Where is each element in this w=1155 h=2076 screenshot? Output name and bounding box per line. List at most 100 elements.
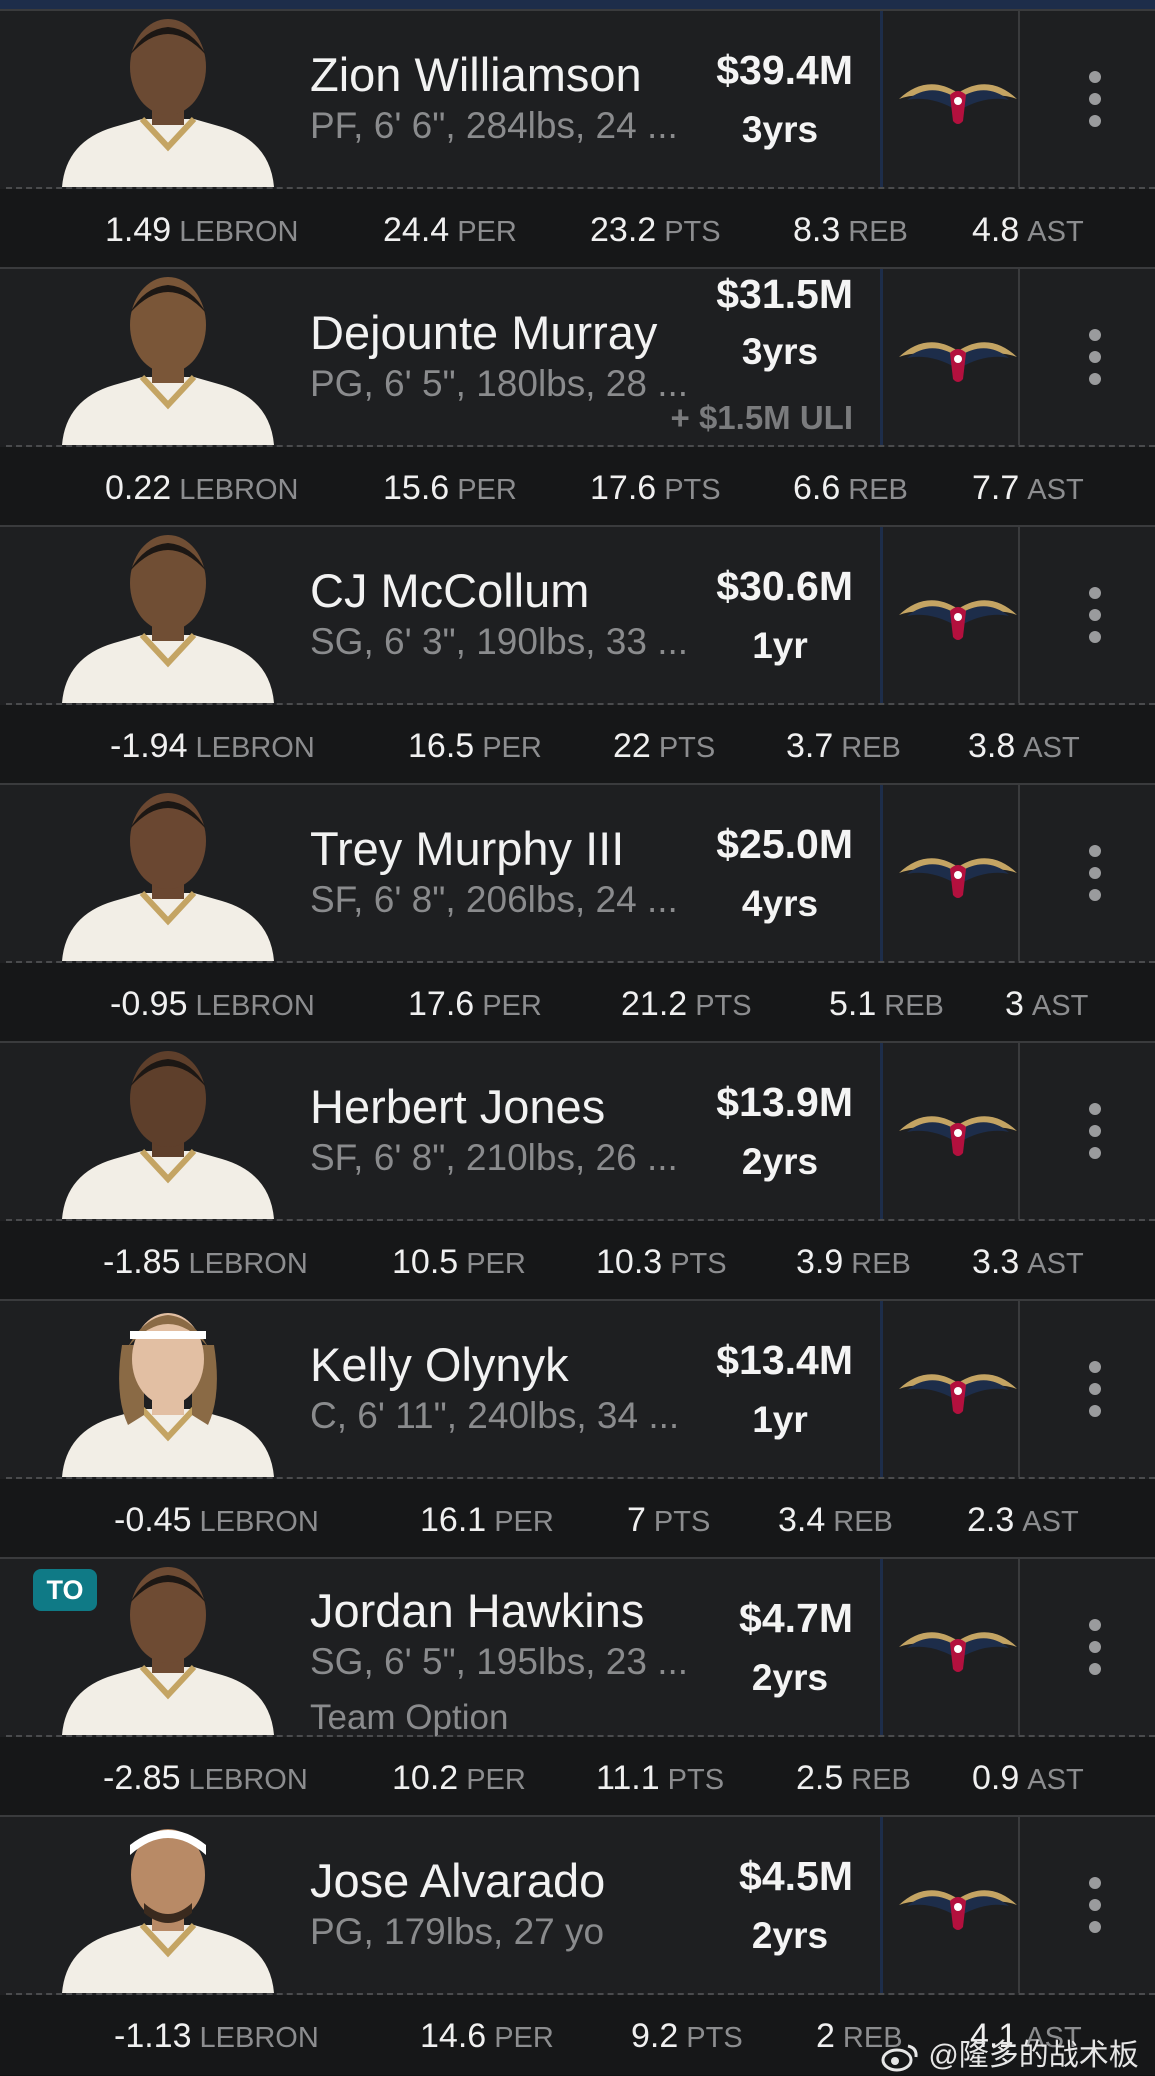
player-card[interactable]: CJ McCollum SG, 6' 3", 190lbs, 33 ... $3… xyxy=(0,525,1155,785)
stat-lebron: 0.22 LEBRON xyxy=(105,469,299,507)
stat-pts: 17.6 PTS xyxy=(590,469,721,507)
player-card[interactable]: Dejounte Murray PG, 6' 5", 180lbs, 28 ..… xyxy=(0,267,1155,527)
player-details: PG, 179lbs, 27 yo xyxy=(310,1911,605,1952)
player-headshot xyxy=(62,19,274,187)
stat-ast: 0.9 AST xyxy=(972,1759,1084,1797)
stat-pts: 22 PTS xyxy=(613,727,716,765)
player-details: PF, 6' 6", 284lbs, 24 ... xyxy=(310,105,678,146)
player-headshot xyxy=(62,1829,274,1993)
stat-ast: 4.8 AST xyxy=(972,211,1084,249)
player-name: Zion Williamson xyxy=(310,48,642,101)
stat-lebron: -1.85 LEBRON xyxy=(103,1243,308,1281)
stat-pts: 7 PTS xyxy=(627,1501,711,1539)
team-logo-cell xyxy=(880,527,1020,703)
contract-years: 2yrs xyxy=(741,1141,819,1182)
player-salary: $4.7M xyxy=(739,1595,853,1641)
weibo-icon xyxy=(881,2044,918,2072)
pelicans-logo-icon xyxy=(899,1116,1017,1156)
player-header[interactable]: Jose Alvarado PG, 179lbs, 27 yo $4.5M 2y… xyxy=(0,1817,1155,1993)
player-header[interactable]: TO Jordan Hawkins SG, 6' 5", 195lbs, 23 … xyxy=(0,1559,1155,1737)
stat-reb: 2.5 REB xyxy=(796,1759,911,1797)
stats-row: -0.45 LEBRON 16.1 PER 7 PTS 3.4 REB 2.3 AST xyxy=(0,1479,1155,1559)
team-option-badge: TO xyxy=(33,1569,97,1611)
stat-reb: 3.9 REB xyxy=(796,1243,911,1281)
player-card[interactable]: Kelly Olynyk C, 6' 11", 240lbs, 34 ... $… xyxy=(0,1299,1155,1559)
team-logo-cell xyxy=(880,269,1020,445)
player-card[interactable]: TO Jordan Hawkins SG, 6' 5", 195lbs, 23 … xyxy=(0,1557,1155,1817)
player-name: Kelly Olynyk xyxy=(310,1338,569,1391)
stat-lebron: -0.95 LEBRON xyxy=(110,985,315,1023)
more-options-icon[interactable] xyxy=(1080,1361,1110,1417)
stat-per: 17.6 PER xyxy=(408,985,542,1023)
weibo-watermark: @隆多的战术板 xyxy=(880,2030,1139,2074)
pelicans-logo-icon xyxy=(899,84,1017,124)
more-options-icon[interactable] xyxy=(1080,587,1110,643)
stat-lebron: -1.13 LEBRON xyxy=(114,2017,319,2055)
player-headshot xyxy=(62,1313,274,1477)
more-options-icon[interactable] xyxy=(1080,1103,1110,1159)
stat-per: 15.6 PER xyxy=(383,469,517,507)
stat-per: 10.2 PER xyxy=(392,1759,526,1797)
contract-years: 2yrs xyxy=(751,1915,829,1956)
more-options-icon[interactable] xyxy=(1080,845,1110,901)
stat-ast: 7.7 AST xyxy=(972,469,1084,507)
player-headshot xyxy=(62,277,274,445)
player-name: Jose Alvarado xyxy=(310,1854,606,1907)
player-headshot xyxy=(62,793,274,961)
stat-ast: 3.8 AST xyxy=(968,727,1080,765)
player-card[interactable]: Herbert Jones SF, 6' 8", 210lbs, 26 ... … xyxy=(0,1041,1155,1301)
player-header[interactable]: CJ McCollum SG, 6' 3", 190lbs, 33 ... $3… xyxy=(0,527,1155,703)
stat-per: 16.1 PER xyxy=(420,1501,554,1539)
stat-pts: 21.2 PTS xyxy=(621,985,752,1023)
team-logo-cell xyxy=(880,1043,1020,1219)
player-salary: $4.5M xyxy=(739,1853,853,1899)
more-options-icon[interactable] xyxy=(1080,1877,1110,1933)
stat-per: 24.4 PER xyxy=(383,211,517,249)
stat-ast: 2.3 AST xyxy=(967,1501,1079,1539)
contract-years: 2yrs xyxy=(751,1657,829,1698)
player-name: Jordan Hawkins xyxy=(310,1584,645,1637)
stat-pts: 11.1 PTS xyxy=(596,1759,725,1797)
stat-per: 16.5 PER xyxy=(408,727,542,765)
pelicans-logo-icon xyxy=(899,1374,1017,1414)
stats-row: -2.85 LEBRON 10.2 PER 11.1 PTS 2.5 REB 0.9 AS… xyxy=(0,1737,1155,1817)
stats-row: -0.95 LEBRON 17.6 PER 21.2 PTS 5.1 REB 3 AST xyxy=(0,963,1155,1043)
player-salary: $31.5M xyxy=(716,271,853,317)
stat-lebron: -1.94 LEBRON xyxy=(110,727,315,765)
player-header[interactable]: Zion Williamson PF, 6' 6", 284lbs, 24 ..… xyxy=(0,11,1155,187)
player-details: SF, 6' 8", 206lbs, 24 ... xyxy=(310,879,678,920)
player-card[interactable]: Zion Williamson PF, 6' 6", 284lbs, 24 ..… xyxy=(0,9,1155,269)
stats-row: 1.49 LEBRON 24.4 PER 23.2 PTS 8.3 REB 4.8 AST xyxy=(0,189,1155,269)
team-logo-cell xyxy=(880,1301,1020,1477)
player-headshot xyxy=(62,1051,274,1219)
player-name: Herbert Jones xyxy=(310,1080,606,1133)
player-header[interactable]: Trey Murphy III SF, 6' 8", 206lbs, 24 ..… xyxy=(0,785,1155,961)
more-options-icon[interactable] xyxy=(1080,329,1110,385)
contract-years: 1yr xyxy=(752,1399,808,1440)
player-salary: $13.9M xyxy=(716,1079,853,1125)
stats-row: -1.94 LEBRON 16.5 PER 22 PTS 3.7 REB 3.8 AST xyxy=(0,705,1155,785)
contract-option: Team Option xyxy=(310,1698,509,1737)
stat-pts: 23.2 PTS xyxy=(590,211,721,249)
player-header[interactable]: Kelly Olynyk C, 6' 11", 240lbs, 34 ... $… xyxy=(0,1301,1155,1477)
pelicans-logo-icon xyxy=(899,1632,1017,1672)
player-details: C, 6' 11", 240lbs, 34 ... xyxy=(310,1395,680,1436)
team-logo-cell xyxy=(880,785,1020,961)
contract-years: 4yrs xyxy=(741,883,819,924)
team-logo-cell xyxy=(880,1559,1020,1735)
player-details: SG, 6' 5", 195lbs, 23 ... xyxy=(310,1641,689,1682)
player-salary: $25.0M xyxy=(716,821,853,867)
stat-reb: 3.7 REB xyxy=(786,727,901,765)
player-card[interactable]: Trey Murphy III SF, 6' 8", 206lbs, 24 ..… xyxy=(0,783,1155,1043)
player-header[interactable]: Dejounte Murray PG, 6' 5", 180lbs, 28 ..… xyxy=(0,269,1155,445)
stats-row: 0.22 LEBRON 15.6 PER 17.6 PTS 6.6 REB 7.7 AST xyxy=(0,447,1155,527)
player-details: SG, 6' 3", 190lbs, 33 ... xyxy=(310,621,689,662)
player-name: Trey Murphy III xyxy=(310,822,625,875)
player-details: SF, 6' 8", 210lbs, 26 ... xyxy=(310,1137,678,1178)
more-options-icon[interactable] xyxy=(1080,1619,1110,1675)
stat-per: 14.6 PER xyxy=(420,2017,554,2055)
stat-lebron: -2.85 LEBRON xyxy=(103,1759,308,1797)
more-options-icon[interactable] xyxy=(1080,71,1110,127)
pelicans-logo-icon xyxy=(899,600,1017,640)
player-header[interactable]: Herbert Jones SF, 6' 8", 210lbs, 26 ... … xyxy=(0,1043,1155,1219)
